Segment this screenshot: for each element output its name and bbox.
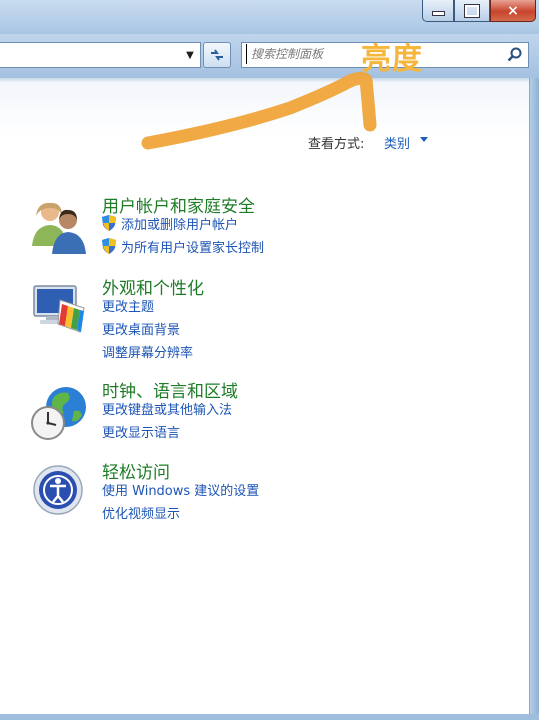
ease-of-access-icon[interactable] <box>30 464 90 524</box>
minimize-button[interactable] <box>422 0 454 22</box>
shield-icon <box>102 238 116 254</box>
shield-icon <box>102 215 116 231</box>
refresh-button[interactable] <box>203 42 231 68</box>
address-bar[interactable]: ▼ <box>0 42 201 68</box>
window-frame-right <box>530 78 539 720</box>
link-add-remove-accounts[interactable]: 添加或删除用户帐户 <box>121 214 238 233</box>
maximize-button[interactable] <box>454 0 490 22</box>
refresh-icon <box>211 49 223 61</box>
title-bar: × <box>0 0 539 34</box>
annotation-text: 亮度 <box>361 42 423 77</box>
control-panel-content: 查看方式: 类别 用户帐户和家庭安全 添加或删除用户帐户 为所有用户设置家长控制 <box>0 78 530 714</box>
minimize-icon <box>431 11 445 16</box>
users-icon[interactable] <box>30 198 90 258</box>
close-icon: × <box>507 2 519 19</box>
window-controls: × <box>422 0 536 22</box>
maximize-icon <box>464 3 480 18</box>
content-divider <box>0 78 529 82</box>
link-change-keyboard[interactable]: 更改键盘或其他输入法 <box>102 399 232 418</box>
close-button[interactable]: × <box>490 0 536 22</box>
view-by-dropdown[interactable]: 类别 <box>384 133 410 152</box>
window-frame-bottom <box>0 714 539 720</box>
clock-globe-icon[interactable] <box>30 383 90 443</box>
search-icon[interactable] <box>506 46 524 64</box>
address-dropdown-button[interactable]: ▼ <box>180 43 200 67</box>
link-windows-recommended-settings[interactable]: 使用 Windows 建议的设置 <box>102 480 259 499</box>
link-adjust-resolution[interactable]: 调整屏幕分辨率 <box>102 342 193 361</box>
link-change-desktop-background[interactable]: 更改桌面背景 <box>102 319 180 338</box>
view-by-label: 查看方式: <box>308 137 365 152</box>
chevron-down-icon[interactable] <box>420 137 428 142</box>
link-parental-controls[interactable]: 为所有用户设置家长控制 <box>121 237 264 256</box>
appearance-icon[interactable] <box>30 280 90 340</box>
chevron-down-icon: ▼ <box>186 49 194 61</box>
link-change-theme[interactable]: 更改主题 <box>102 296 154 315</box>
link-optimize-visual-display[interactable]: 优化视频显示 <box>102 503 180 522</box>
navigation-bar: ▼ <box>0 34 539 78</box>
link-change-display-language[interactable]: 更改显示语言 <box>102 422 180 441</box>
